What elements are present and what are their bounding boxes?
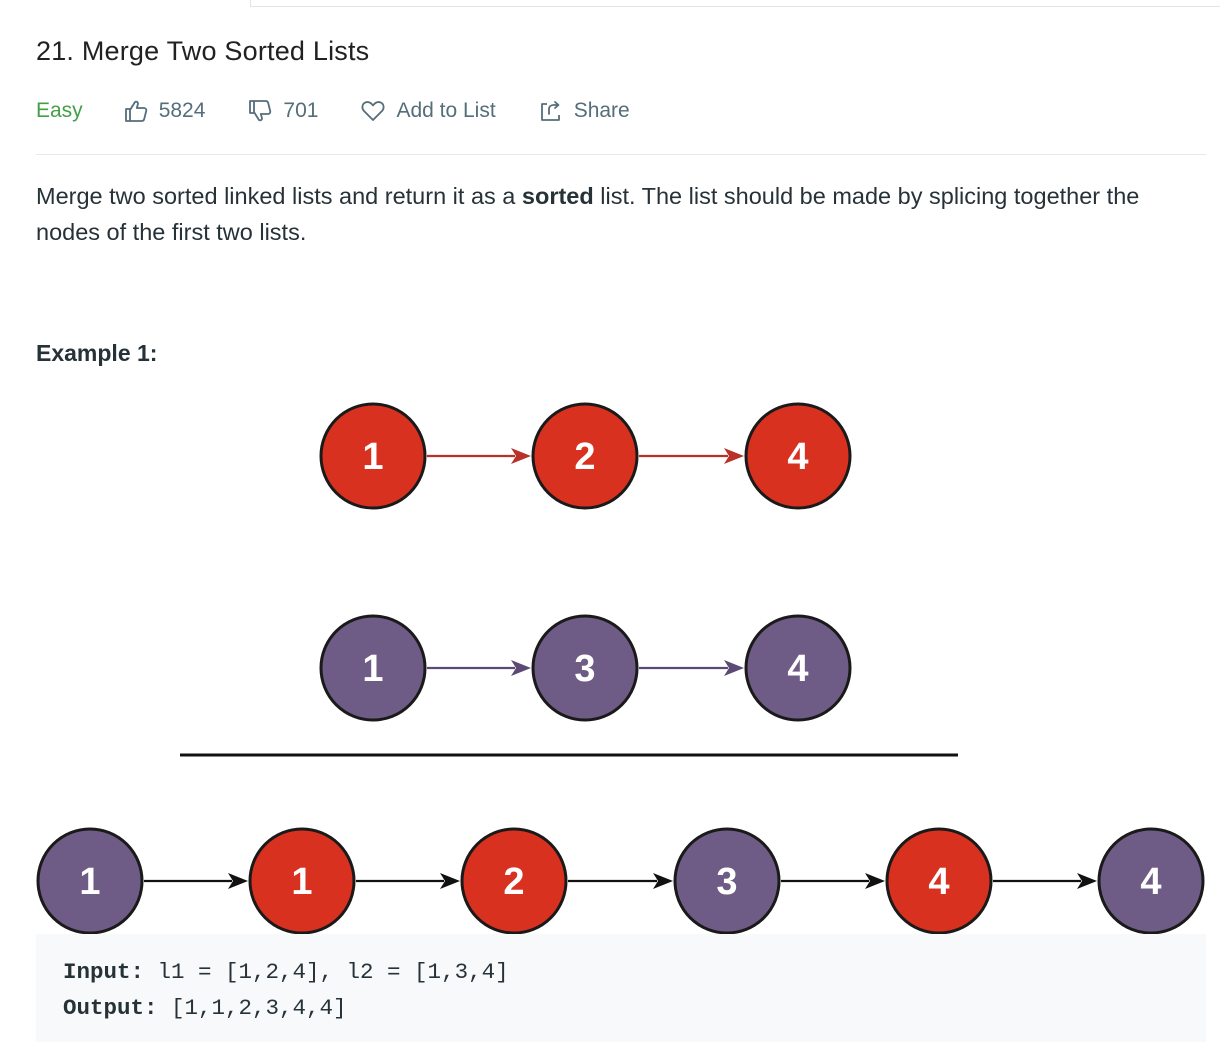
header-border	[250, 0, 1220, 7]
merged-node-4-label: 3	[716, 861, 737, 903]
problem-meta-row: Easy 5824 701 Add to List Share	[36, 92, 672, 130]
merged-node-6-label: 4	[1140, 861, 1161, 903]
output-value: [1,1,2,3,4,4]	[157, 995, 347, 1021]
thumbs-down-icon	[249, 100, 272, 122]
share-label: Share	[573, 99, 630, 122]
list2-node-1-label: 1	[362, 648, 383, 690]
list1-node-3-label: 4	[787, 436, 808, 478]
description-bold-word: sorted	[521, 183, 594, 209]
difficulty-badge: Easy	[36, 99, 83, 122]
add-to-list-label: Add to List	[396, 99, 496, 122]
like-count: 5824	[158, 99, 206, 122]
problem-description: Merge two sorted linked lists and return…	[36, 178, 1196, 250]
share-icon	[540, 101, 560, 121]
example-output-line: Output: [1,1,2,3,4,4]	[63, 990, 1179, 1026]
example-input-line: Input: l1 = [1,2,4], l2 = [1,3,4]	[63, 954, 1179, 990]
input-value: l1 = [1,2,4], l2 = [1,3,4]	[144, 959, 509, 985]
header-divider	[36, 154, 1206, 155]
output-label: Output:	[63, 995, 158, 1021]
merged-node-5-label: 4	[928, 861, 949, 903]
like-button[interactable]: 5824	[123, 99, 206, 123]
add-to-list-button[interactable]: Add to List	[360, 99, 496, 123]
merged-node-1-label: 1	[79, 861, 100, 903]
heart-icon	[361, 101, 385, 121]
description-text-before: Merge two sorted linked lists and return…	[36, 183, 522, 209]
thumbs-up-icon	[124, 100, 147, 122]
problem-title: 21. Merge Two Sorted Lists	[36, 36, 370, 66]
dislike-count: 701	[283, 99, 319, 122]
input-label: Input:	[63, 959, 145, 985]
list2-node-3-label: 4	[787, 648, 808, 690]
example-code-block: Input: l1 = [1,2,4], l2 = [1,3,4] Output…	[36, 934, 1206, 1042]
list2-node-2-label: 3	[574, 648, 595, 690]
merged-node-2-label: 1	[291, 861, 312, 903]
example-heading: Example 1:	[36, 340, 158, 366]
linked-list-diagram: 1 2 4 1 3 4 1 1 2 3 4 4	[36, 402, 1205, 935]
merged-node-3-label: 2	[503, 861, 524, 903]
share-button[interactable]: Share	[538, 99, 630, 123]
list1-node-1-label: 1	[362, 436, 383, 478]
list1-node-2-label: 2	[574, 436, 595, 478]
dislike-button[interactable]: 701	[247, 99, 318, 123]
